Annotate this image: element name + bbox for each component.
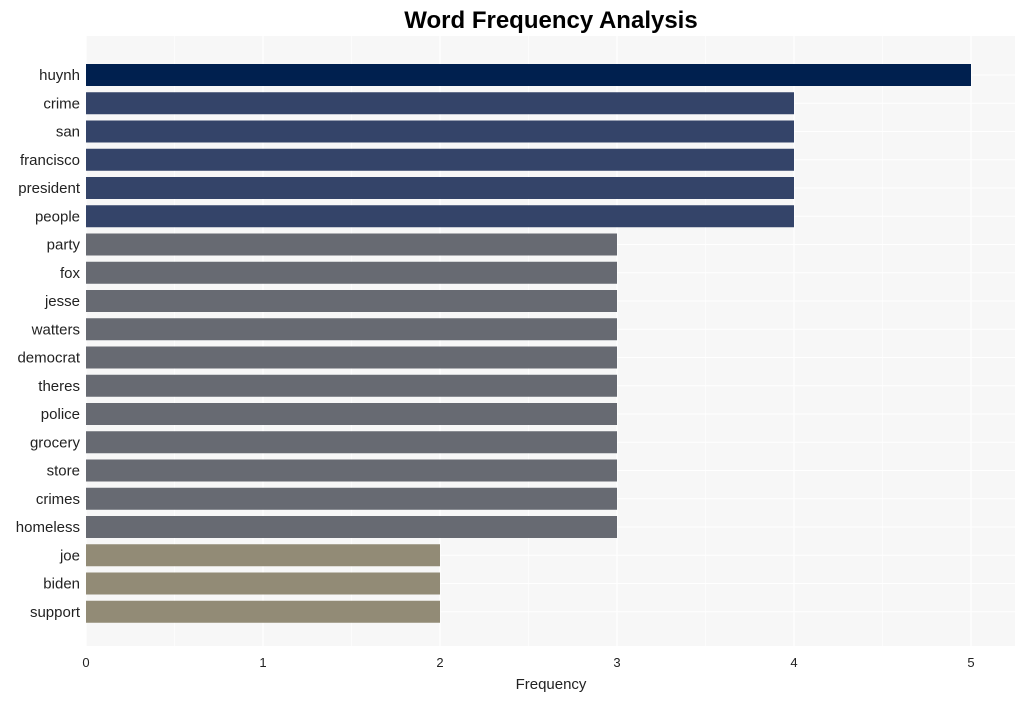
bar-biden bbox=[86, 572, 440, 595]
x-tick-label: 1 bbox=[259, 655, 266, 670]
bar-people bbox=[86, 205, 794, 228]
y-tick-label: theres bbox=[38, 378, 80, 395]
y-tick-label: watters bbox=[31, 321, 80, 338]
bar-chart: huynh crime san francisco president people par… bbox=[16, 7, 1015, 693]
x-axis-ticks: 0 1 2 3 4 5 bbox=[82, 655, 974, 670]
y-tick-label: grocery bbox=[30, 434, 81, 451]
y-tick-label: president bbox=[18, 180, 81, 197]
bar-theres bbox=[86, 374, 617, 397]
bar-huynh bbox=[86, 64, 971, 86]
bar-joe bbox=[86, 544, 440, 567]
bar-president bbox=[86, 177, 794, 199]
x-axis-label: Frequency bbox=[516, 676, 587, 693]
x-tick-label: 5 bbox=[967, 655, 974, 670]
bar-jesse bbox=[86, 290, 617, 312]
y-axis-labels: huynh crime san francisco president people par… bbox=[16, 67, 81, 621]
bar-democrat bbox=[86, 346, 617, 369]
bar-store bbox=[86, 459, 617, 482]
bar-grocery bbox=[86, 431, 617, 454]
y-tick-label: support bbox=[30, 604, 81, 621]
y-tick-label: crime bbox=[43, 95, 80, 112]
y-tick-label: jesse bbox=[44, 293, 80, 310]
x-tick-label: 0 bbox=[82, 655, 89, 670]
y-tick-label: biden bbox=[43, 576, 80, 593]
y-tick-label: store bbox=[47, 463, 80, 480]
bar-francisco bbox=[86, 148, 794, 171]
bar-san bbox=[86, 120, 794, 143]
x-tick-label: 3 bbox=[613, 655, 620, 670]
x-tick-label: 4 bbox=[790, 655, 797, 670]
y-tick-label: police bbox=[41, 406, 80, 423]
y-tick-label: joe bbox=[59, 547, 80, 564]
y-tick-label: fox bbox=[60, 265, 81, 282]
y-tick-label: crimes bbox=[36, 491, 80, 508]
y-tick-label: huynh bbox=[39, 67, 80, 84]
x-tick-label: 2 bbox=[436, 655, 443, 670]
y-tick-label: democrat bbox=[17, 350, 80, 367]
y-tick-label: san bbox=[56, 124, 80, 141]
chart-title: Word Frequency Analysis bbox=[404, 7, 697, 34]
bar-support bbox=[86, 600, 440, 623]
bar-party bbox=[86, 233, 617, 256]
y-tick-label: party bbox=[47, 237, 81, 254]
bar-fox bbox=[86, 261, 617, 284]
y-tick-label: people bbox=[35, 208, 80, 225]
bar-watters bbox=[86, 318, 617, 341]
y-tick-label: homeless bbox=[16, 519, 80, 536]
bar-police bbox=[86, 403, 617, 425]
bar-crime bbox=[86, 92, 794, 115]
bar-crimes bbox=[86, 487, 617, 510]
bar-homeless bbox=[86, 516, 617, 538]
y-tick-label: francisco bbox=[20, 152, 80, 169]
